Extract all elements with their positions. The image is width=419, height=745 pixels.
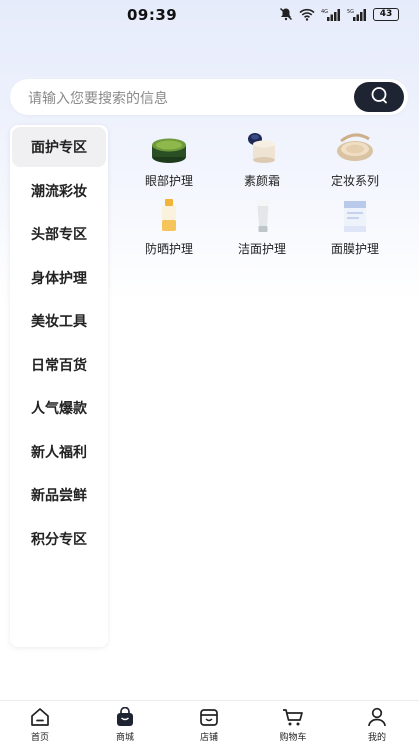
sidebar-item-daily-goods[interactable]: 日常百货 xyxy=(10,345,108,385)
powder-compact-icon xyxy=(315,128,395,168)
category-eye-care[interactable]: 眼部护理 xyxy=(129,128,209,189)
tab-store[interactable]: 店铺 xyxy=(179,707,239,743)
tab-label: 店铺 xyxy=(199,733,218,743)
tab-label: 首页 xyxy=(30,733,49,743)
sidebar-item-new-arrivals[interactable]: 新品尝鲜 xyxy=(10,475,108,515)
search-input[interactable]: 请输入您要搜索的信息 xyxy=(28,88,168,108)
category-setting-powder[interactable]: 定妆系列 xyxy=(315,128,395,189)
signal-5g-label: 5G xyxy=(347,9,354,15)
sidebar-item-newcomer[interactable]: 新人福利 xyxy=(10,432,108,472)
category-label: 面膜护理 xyxy=(330,242,379,256)
category-sidebar: 面护专区 潮流彩妆 头部专区 身体护理 美妆工具 日常百货 人气爆款 新人福利 … xyxy=(10,125,108,647)
sidebar-item-body-care[interactable]: 身体护理 xyxy=(10,258,108,298)
sidebar-item-face-care[interactable]: 面护专区 xyxy=(12,127,106,167)
tab-mall[interactable]: 商城 xyxy=(95,707,155,743)
category-cleanser[interactable]: 洁面护理 xyxy=(222,196,302,257)
tab-label: 商城 xyxy=(115,733,134,743)
signal-4g-label: 4G xyxy=(321,9,328,15)
bell-muted-icon xyxy=(279,7,293,21)
status-time: 09:39 xyxy=(127,6,178,24)
sidebar-item-beauty-tools[interactable]: 美妆工具 xyxy=(10,301,108,341)
cleanser-tube-icon xyxy=(222,196,302,236)
sunscreen-bottle-icon xyxy=(129,196,209,236)
wifi-icon xyxy=(299,8,315,21)
cart-icon xyxy=(263,707,323,727)
face-mask-box-icon xyxy=(315,196,395,236)
tab-cart[interactable]: 购物车 xyxy=(263,707,323,743)
sidebar-item-makeup[interactable]: 潮流彩妆 xyxy=(10,171,108,211)
eye-patch-jar-icon xyxy=(129,128,209,168)
search-bar[interactable]: 请输入您要搜索的信息 xyxy=(10,79,408,115)
cream-jar-icon xyxy=(222,128,302,168)
category-cream[interactable]: 素颜霜 xyxy=(222,128,302,189)
sidebar-item-popular[interactable]: 人气爆款 xyxy=(10,388,108,428)
battery-indicator: 43 xyxy=(373,7,399,21)
search-button[interactable] xyxy=(354,82,404,112)
signal-5g-icon: 5G xyxy=(347,8,367,21)
sidebar-item-points[interactable]: 积分专区 xyxy=(10,519,108,559)
tab-profile[interactable]: 我的 xyxy=(347,707,407,743)
signal-4g-icon: 4G xyxy=(321,8,341,21)
category-face-mask[interactable]: 面膜护理 xyxy=(315,196,395,257)
shopping-bag-icon xyxy=(95,707,155,727)
bottom-tab-bar: 首页 商城 店铺 购物车 我的 xyxy=(0,700,419,745)
search-icon xyxy=(369,86,389,108)
home-icon xyxy=(10,707,70,727)
category-label: 素颜霜 xyxy=(243,174,280,188)
sidebar-item-hair[interactable]: 头部专区 xyxy=(10,214,108,254)
tab-label: 我的 xyxy=(367,733,386,743)
status-icons: 4G 5G 43 xyxy=(279,7,399,21)
category-label: 眼部护理 xyxy=(144,174,193,188)
store-icon xyxy=(179,707,239,727)
category-label: 防晒护理 xyxy=(144,242,193,256)
tab-label: 购物车 xyxy=(279,733,307,743)
category-label: 洁面护理 xyxy=(237,242,286,256)
tab-home[interactable]: 首页 xyxy=(10,707,70,743)
category-label: 定妆系列 xyxy=(330,174,379,188)
category-sun-care[interactable]: 防晒护理 xyxy=(129,196,209,257)
user-icon xyxy=(347,707,407,727)
status-bar: 09:39 4G 5G 43 xyxy=(0,0,419,30)
